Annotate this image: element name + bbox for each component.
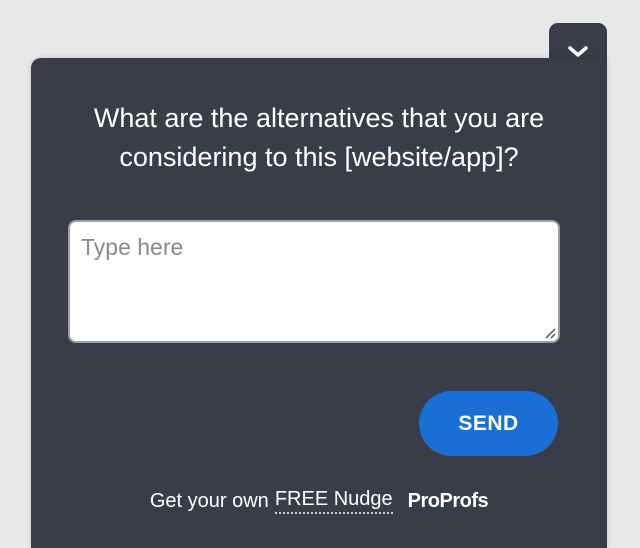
free-nudge-link[interactable]: FREE Nudge [274, 488, 393, 514]
send-button[interactable]: SEND [419, 391, 558, 456]
chevron-down-icon [568, 46, 588, 57]
survey-panel: What are the alternatives that you are c… [31, 58, 607, 548]
footer: Get your own FREE Nudge ProProfs [31, 488, 607, 514]
survey-question: What are the alternatives that you are c… [93, 103, 545, 172]
proprofs-logo[interactable]: ProProfs [408, 490, 489, 513]
answer-box [68, 220, 560, 343]
footer-prefix: Get your own [149, 489, 269, 512]
answer-input[interactable] [70, 222, 558, 341]
